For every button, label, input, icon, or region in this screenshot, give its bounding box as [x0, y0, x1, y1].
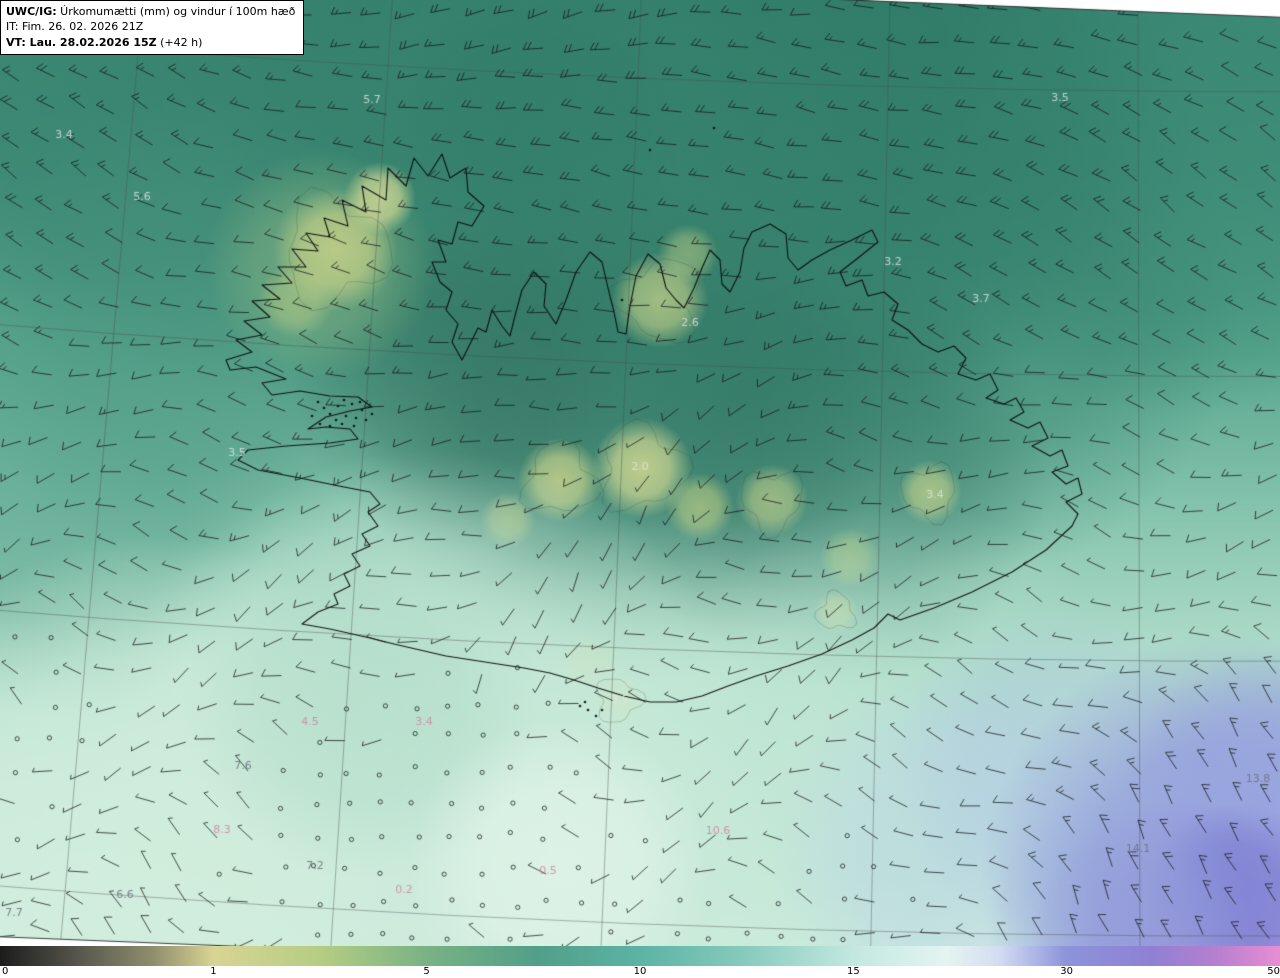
colorbar-tick: 50: [1267, 966, 1280, 977]
map-title: Úrkomumætti (mm) og vindur í 100m hæð: [56, 5, 296, 18]
valid-offset: (+42 h): [156, 35, 203, 49]
map-title-line: UWC/IG: Úrkomumætti (mm) og vindur í 100…: [6, 4, 295, 19]
colorbar-tick: 5: [423, 966, 430, 977]
precipitation-wind-map: [0, 0, 1280, 946]
colorbar-gradient: [0, 946, 1280, 966]
map-info-box: UWC/IG: Úrkomumætti (mm) og vindur í 100…: [0, 0, 305, 56]
colorbar-tick: 30: [1060, 966, 1073, 977]
init-time-line: IT: Fim. 26. 02. 2026 21Z: [6, 20, 144, 34]
weather-map-stage: UWC/IG: Úrkomumætti (mm) og vindur í 100…: [0, 0, 1280, 978]
model-id: UWC/IG:: [6, 5, 57, 18]
colorbar-tick: 15: [847, 966, 860, 977]
valid-time-line: VT: Lau. 28.02.2026 15Z (+42 h): [6, 35, 295, 50]
colorbar-tick: 0: [2, 966, 9, 977]
colorbar: 0 1 5 10 15 30 50: [0, 946, 1280, 978]
colorbar-tick: 1: [210, 966, 217, 977]
colorbar-ticks: 0 1 5 10 15 30 50: [0, 966, 1280, 978]
valid-time: VT: Lau. 28.02.2026 15Z: [6, 35, 157, 49]
colorbar-tick: 10: [633, 966, 647, 977]
